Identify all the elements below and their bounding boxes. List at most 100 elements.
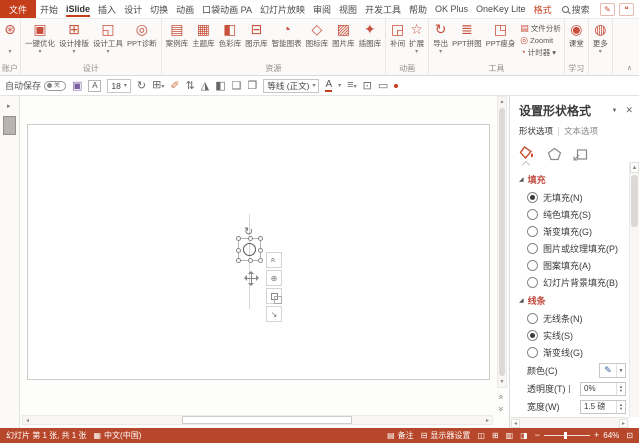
resize-handle[interactable] [236, 258, 241, 263]
tab-developer[interactable]: 开发工具 [361, 0, 405, 18]
comment-icon[interactable]: ❝ [619, 2, 634, 16]
radio-no-line[interactable]: 无线条(N) [527, 312, 639, 325]
share-icon[interactable]: ✎ [600, 2, 615, 16]
panel-vscroll-thumb[interactable] [631, 175, 638, 227]
line-color-button[interactable]: ✎ ▼ [599, 363, 626, 378]
timer-button[interactable]: ◔ 计时器 ▾ [520, 47, 561, 58]
expand-pane-icon[interactable]: ▸ [7, 102, 11, 110]
sort-button[interactable]: ⇅ [186, 80, 195, 92]
paste-button[interactable]: ⊡ [363, 80, 372, 92]
scroll-left-icon[interactable]: ◂ [511, 418, 520, 428]
align-objects-button[interactable]: ⊞▾ [152, 79, 164, 93]
tween-button[interactable]: ◲ 补间 [388, 21, 407, 48]
align-left-button[interactable]: ◧ [215, 80, 225, 92]
text-box-button[interactable]: A [88, 79, 102, 92]
flip-button[interactable]: ◮ [201, 80, 209, 92]
color-library-button[interactable]: ◧ 色彩库 [217, 21, 244, 48]
icon-library-button[interactable]: ◇ 图标库 [304, 21, 331, 48]
export-button[interactable]: ↻ 导出 ▾ [431, 21, 450, 55]
more-button[interactable]: ◍ 更多 ▾ [591, 21, 610, 55]
customize-toolbar-dot[interactable] [394, 83, 399, 88]
diagram-library-button[interactable]: ⊟ 图示库 [243, 21, 270, 48]
autosave-toggle[interactable]: 自动保存 关 [5, 79, 67, 92]
resize-handle[interactable] [248, 258, 253, 263]
size-properties-icon[interactable] [573, 147, 588, 163]
zoom-slider[interactable] [544, 432, 591, 439]
tab-help[interactable]: 帮助 [405, 0, 431, 18]
spinner[interactable]: ▲ ▼ [616, 400, 625, 413]
vscroll-thumb[interactable] [499, 108, 505, 376]
format-painter-button[interactable]: ✐ [170, 80, 179, 92]
radio-background-fill[interactable]: 幻灯片背景填充(B) [527, 276, 639, 289]
tab-shape-options[interactable]: 形状选项 [519, 125, 553, 137]
design-layout-button[interactable]: ⊞ 设计排版 ▾ [57, 21, 91, 55]
tab-slideshow[interactable]: 幻灯片放映 [256, 0, 309, 18]
scroll-up-icon[interactable]: ▲ [630, 162, 639, 173]
tab-animations[interactable]: 动画 [172, 0, 198, 18]
radio-picture-fill[interactable]: 图片或纹理填充(P) [527, 242, 639, 255]
tab-design[interactable]: 设计 [120, 0, 146, 18]
radio-gradient-line[interactable]: 渐变线(G) [527, 346, 639, 359]
tab-review[interactable]: 审阅 [309, 0, 335, 18]
bring-forward-button[interactable]: ❑ [232, 80, 242, 92]
extension-button[interactable]: ☆ 扩展 ▾ [407, 21, 426, 55]
radio-no-fill[interactable]: 无填充(N) [527, 191, 639, 204]
ppt-stitch-button[interactable]: ≣ PPT拼图 [450, 21, 484, 48]
line-width-input[interactable]: 1.5 磅 ▲ ▼ [580, 399, 626, 414]
tab-home[interactable]: 开始 [36, 0, 62, 18]
scroll-right-icon[interactable]: ▸ [483, 417, 492, 424]
scroll-down-icon[interactable]: ▾ [500, 377, 503, 387]
language-indicator[interactable]: ▦ 中文(中国) [93, 430, 141, 441]
fill-line-icon[interactable] [519, 145, 536, 163]
resize-handle[interactable] [258, 236, 263, 241]
normal-view-icon[interactable]: ◫ [477, 431, 485, 440]
resize-handle[interactable] [248, 236, 253, 241]
tab-transitions[interactable]: 切换 [146, 0, 172, 18]
canvas-vscrollbar[interactable]: ▴ ▾ [497, 96, 507, 388]
scroll-left-icon[interactable]: ◂ [23, 417, 32, 424]
tab-onekey-lite[interactable]: OneKey Lite [472, 0, 530, 18]
zoom-slider-thumb[interactable] [564, 432, 568, 439]
zoom-out-icon[interactable]: − [535, 431, 540, 440]
prev-slide-button[interactable]: « [497, 391, 507, 402]
resize-handle[interactable] [258, 258, 263, 263]
panel-vscrollbar[interactable]: ▲ [629, 162, 639, 417]
float-center-button[interactable]: ⊕ [266, 270, 282, 286]
theme-library-button[interactable]: ▦ 主题库 [190, 21, 217, 48]
reset-shape-button[interactable]: ↻ [137, 80, 146, 92]
line-spacing-button[interactable]: ≡▾ [347, 79, 356, 93]
file-analysis-button[interactable]: ▤ 文件分析 [520, 23, 561, 34]
case-library-button[interactable]: ▤ 案例库 [164, 21, 191, 48]
resize-handle[interactable] [258, 248, 263, 253]
scroll-right-icon[interactable]: ▸ [619, 418, 628, 428]
classroom-button[interactable]: ◉ 课堂 [567, 21, 586, 48]
file-menu-button[interactable]: 文件 [0, 0, 37, 18]
design-tools-button[interactable]: ◱ 设计工具 ▾ [91, 21, 125, 55]
panel-hscrollbar[interactable]: ◂ ▸ [510, 417, 629, 428]
notes-button[interactable]: ▤ 备注 [387, 430, 414, 441]
slide-size-button[interactable]: ▭ [378, 80, 388, 92]
tab-islide-active[interactable]: iSlide [62, 0, 94, 18]
float-resize-button[interactable]: ↘ [266, 306, 282, 322]
tab-okplus[interactable]: OK Plus [431, 0, 472, 18]
selected-shape[interactable] [243, 243, 256, 256]
line-section-header[interactable]: ◢ 线条 [519, 294, 639, 307]
picture-library-button[interactable]: ▨ 图片库 [330, 21, 357, 48]
zoom-in-icon[interactable]: + [594, 431, 599, 440]
display-settings-button[interactable]: ⊟ 显示器设置 [421, 430, 471, 441]
effects-pentagon-icon[interactable] [547, 147, 562, 163]
scroll-up-icon[interactable]: ▴ [500, 97, 503, 107]
search-box[interactable]: 搜索 [558, 0, 594, 18]
float-collapse-button[interactable]: « [266, 252, 282, 268]
fit-to-window-icon[interactable]: ⊡ [626, 431, 633, 440]
selection-box[interactable] [236, 236, 263, 263]
canvas-hscrollbar[interactable]: ◂ ▸ [22, 415, 493, 425]
font-size-combo[interactable]: 18 ▾ [107, 78, 131, 93]
panel-close-icon[interactable]: ✕ [625, 105, 633, 116]
reading-view-icon[interactable]: ▥ [506, 431, 514, 440]
font-name-combo[interactable]: 等线 (正文) ▾ [263, 78, 320, 93]
zoomit-button[interactable]: ◎ Zoomit [520, 36, 561, 46]
radio-solid-line[interactable]: 实线(S) [527, 329, 639, 342]
ppt-slim-button[interactable]: ◳ PPT瘦身 [484, 21, 518, 48]
collapse-ribbon-icon[interactable]: ∧ [627, 64, 632, 72]
